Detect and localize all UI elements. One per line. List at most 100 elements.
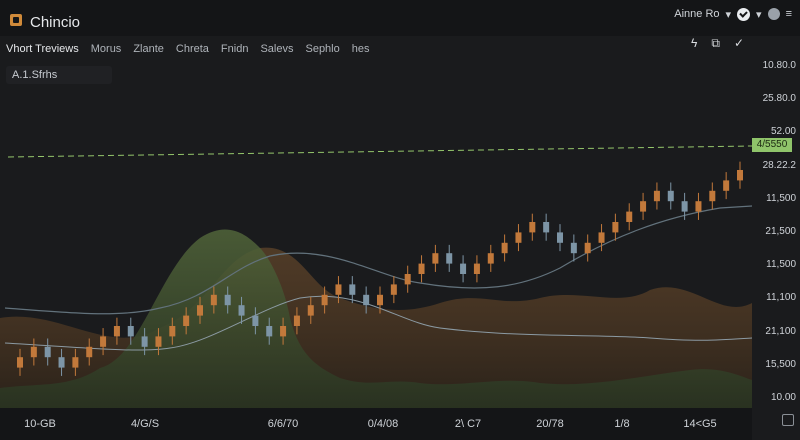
y-tick-label: 11,100 (766, 292, 796, 304)
tab-6[interactable]: Salevs (254, 40, 299, 60)
y-tick-label: 25.80.0 (762, 93, 796, 105)
candle-body (293, 315, 300, 326)
price-line (7, 145, 752, 158)
tab-7[interactable]: Sephlo (299, 40, 345, 60)
app-title: Chincio (30, 14, 81, 31)
tab-1[interactable]: Vhort Treviews (0, 40, 85, 60)
candle-body (723, 180, 730, 191)
y-tick-label: 21,500 (765, 226, 796, 237)
user-name-label: Ainne Ro (674, 8, 720, 20)
y-tick-label: 11,500 (766, 192, 796, 204)
candle-body (543, 222, 550, 233)
candle-body (321, 294, 328, 306)
y-axis: 10.80.0 25.80.0 52.00 28.22.2 11,500 21,500 11… (752, 58, 800, 408)
candle-body (72, 357, 79, 368)
candle-body (197, 305, 203, 316)
candle-body (404, 274, 411, 285)
tab-3[interactable]: Zlante (127, 40, 170, 60)
app-window: Chincio Ainne Ro ▾ ▾ ≡ Vhort Treviews Mo… (0, 0, 800, 440)
candle-body (280, 326, 287, 337)
candle-body (266, 326, 273, 337)
settings-button[interactable] (782, 414, 794, 426)
menu-icon[interactable]: ≡ (786, 8, 792, 20)
candle-body (141, 336, 148, 347)
candle-body (58, 357, 65, 368)
candle-body (113, 326, 120, 337)
candle-body (349, 284, 356, 295)
candle-body (390, 284, 397, 295)
x-tick-label: 14<G5 (683, 418, 717, 430)
price-tag: 4/5550 (752, 138, 792, 152)
candle-body (515, 232, 522, 243)
candle-body (501, 242, 508, 254)
candle-body (695, 201, 702, 212)
candle-body (598, 232, 605, 243)
candle-body (640, 201, 647, 212)
top-bar: Chincio Ainne Ro ▾ ▾ ≡ (0, 0, 800, 36)
y-tick-label: 52.00 (770, 126, 796, 138)
x-tick-label: 20/78 (536, 418, 564, 430)
candle-body (667, 190, 674, 202)
x-tick-label: 1/8 (614, 418, 630, 430)
chevron-down-icon: ▾ (756, 8, 762, 21)
tab-4[interactable]: Chreta (170, 40, 215, 60)
candle-body (100, 336, 107, 347)
candle-body (432, 253, 439, 264)
tab-8[interactable]: hes (346, 40, 376, 60)
candle-body (709, 190, 716, 202)
candle-body (626, 211, 633, 222)
candle-body (210, 294, 217, 306)
x-tick-label: 6/6/70 (267, 418, 299, 430)
y-tick-label: 10.80.0 (762, 60, 796, 71)
candle-body (653, 190, 660, 202)
candle-body (238, 305, 245, 316)
candle-body (557, 232, 563, 243)
candle-body (612, 222, 619, 233)
user-icon[interactable]: ▾ (726, 8, 732, 21)
candle-body (169, 326, 176, 337)
price-chart[interactable] (0, 58, 752, 408)
candle-body (681, 201, 688, 212)
x-tick-label: 10-GB (24, 418, 56, 430)
candle-body (183, 315, 190, 326)
candle-body (737, 170, 743, 181)
candle-body (446, 253, 453, 264)
tab-2[interactable]: Morus (85, 40, 128, 60)
candle-body (252, 315, 259, 326)
candle-body (529, 222, 536, 233)
candle-body (17, 357, 23, 368)
candle-body (570, 242, 577, 254)
flash-icon[interactable]: ϟ (691, 36, 697, 51)
check-circle-icon[interactable] (737, 7, 751, 21)
candle-body (307, 305, 314, 316)
x-tick-label: 0/4/08 (367, 418, 399, 430)
top-right-controls: Ainne Ro ▾ ▾ ≡ (674, 6, 792, 22)
y-tick-label: 15,500 (765, 358, 796, 370)
candle-body (44, 346, 51, 358)
candle-body (127, 326, 134, 337)
y-tick-label: 28.22.2 (762, 159, 796, 171)
y-tick-label: 10.00 (770, 392, 796, 403)
expand-icon[interactable]: ⧉ (711, 36, 720, 51)
y-tick-label: 21,100 (765, 325, 796, 337)
candle-body (155, 336, 162, 347)
candle-body (487, 253, 494, 264)
x-axis: 10-GB 4/G/S 6/6/70 0/4/08 2\ C7 20/78 1/8 14<G5 (0, 408, 752, 440)
tab-5[interactable]: Fnidn (215, 40, 255, 60)
candle-body (473, 263, 480, 274)
candle-body (460, 263, 467, 274)
avatar-icon[interactable] (767, 8, 780, 20)
candle-body (30, 346, 37, 358)
candle-body (377, 294, 383, 306)
x-tick-label: 4/G/S (130, 418, 160, 430)
x-tick-label: 2\ C7 (454, 418, 482, 430)
candle-body (224, 294, 231, 306)
candle-body (584, 242, 591, 254)
candle-body (86, 346, 93, 358)
tab-bar: Vhort Treviews Morus Zlante Chreta Fnidn… (0, 40, 376, 60)
app-logo-icon (10, 14, 22, 26)
candle-body (418, 263, 425, 274)
y-tick-label: 11,500 (766, 259, 796, 271)
candle-body (363, 294, 370, 306)
check-icon[interactable]: ✓ (734, 36, 744, 51)
